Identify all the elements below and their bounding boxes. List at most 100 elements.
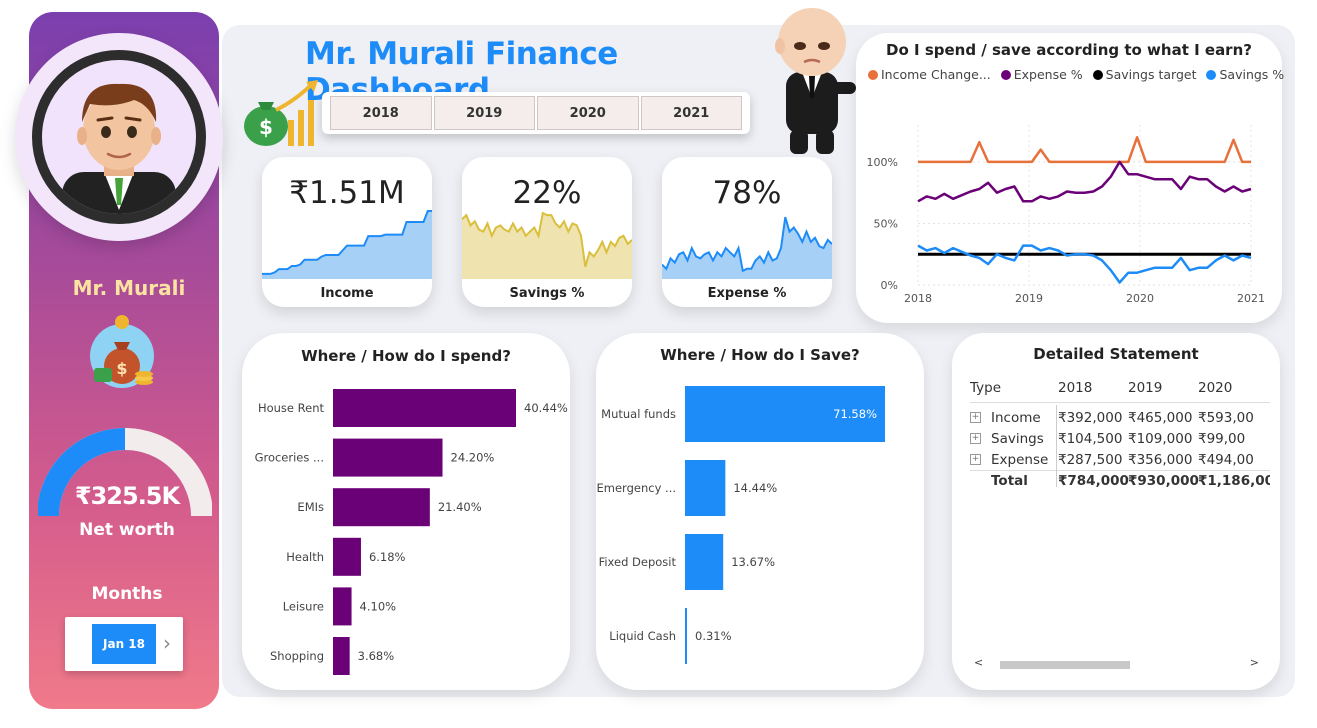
net-worth-value: ₹325.5K bbox=[74, 482, 180, 510]
category-label: House Rent bbox=[258, 401, 325, 415]
scroll-left-icon[interactable]: < bbox=[974, 656, 983, 669]
data-label: 71.58% bbox=[833, 407, 877, 421]
avatar-face-illustration bbox=[42, 60, 196, 214]
statement-table: Type 2018 2019 2020 + Income ₹392,000 ₹46… bbox=[970, 373, 1270, 491]
data-label: 40.44% bbox=[524, 401, 568, 415]
column-header-2020[interactable]: 2020 bbox=[1198, 380, 1270, 396]
spend-bar-chart: Where / How do I spend? House Rent 40.44%… bbox=[242, 333, 570, 690]
kpi-expense-value: 78% bbox=[712, 175, 782, 211]
x-tick-label: 2018 bbox=[904, 292, 932, 305]
spend-chart-plot: House Rent 40.44% Groceries ... 24.20% EMIs 2… bbox=[255, 389, 568, 675]
bar bbox=[685, 608, 687, 664]
y-tick-label: 50% bbox=[874, 217, 898, 230]
scroll-thumb[interactable] bbox=[1000, 661, 1130, 669]
year-slicer: 2018 2019 2020 2021 bbox=[322, 92, 750, 134]
bar bbox=[685, 534, 724, 590]
cell: ₹99,00 bbox=[1198, 430, 1246, 447]
expand-plus-icon[interactable]: + bbox=[970, 433, 981, 444]
data-label: 24.20% bbox=[451, 451, 495, 465]
scroll-right-icon[interactable]: > bbox=[1250, 656, 1259, 669]
category-label: Leisure bbox=[283, 599, 324, 613]
cell: ₹104,500 bbox=[1058, 430, 1123, 447]
year-button-2020[interactable]: 2020 bbox=[537, 96, 639, 130]
boss-baby-mascot bbox=[772, 2, 860, 157]
avatar bbox=[15, 33, 223, 241]
y-tick-label: 0% bbox=[881, 279, 898, 292]
expense-sparkline bbox=[662, 216, 832, 279]
kpi-income-value: ₹1.51M bbox=[289, 175, 405, 211]
income-sparkline bbox=[262, 210, 432, 279]
data-label: 21.40% bbox=[438, 500, 482, 514]
year-button-2019[interactable]: 2019 bbox=[433, 96, 535, 130]
savings-sparkline bbox=[462, 211, 632, 279]
category-label: Groceries ... bbox=[255, 451, 324, 465]
cell: ₹109,000 bbox=[1128, 430, 1193, 447]
x-tick-label: 2019 bbox=[1015, 292, 1043, 305]
detailed-statement: Detailed Statement Type 2018 2019 2020 +… bbox=[952, 333, 1280, 690]
row-type: Expense bbox=[991, 451, 1049, 468]
bar bbox=[333, 389, 516, 427]
data-label: 3.68% bbox=[358, 649, 395, 663]
cell: ₹1,186,00 bbox=[1198, 473, 1270, 489]
cell: ₹287,500 bbox=[1058, 451, 1123, 468]
cell: ₹593,00 bbox=[1198, 409, 1254, 426]
data-label: 13.67% bbox=[731, 555, 775, 569]
money-bag-icon: $ bbox=[80, 312, 160, 392]
category-label: Mutual funds bbox=[601, 407, 676, 421]
expand-plus-icon[interactable]: + bbox=[970, 454, 981, 465]
save-bar-chart: Where / How do I Save? Mutual funds 71.58… bbox=[596, 333, 924, 690]
data-label: 4.10% bbox=[360, 599, 397, 613]
month-selected-button[interactable]: Jan 18 bbox=[92, 624, 156, 664]
bar bbox=[333, 587, 352, 626]
save-chart-plot: Mutual funds 71.58% Emergency ... 14.44% Fix… bbox=[597, 386, 885, 664]
y-tick-label: 100% bbox=[867, 156, 898, 169]
kpi-card-income: ₹1.51M Income bbox=[262, 157, 432, 307]
cell: ₹494,00 bbox=[1198, 451, 1254, 468]
net-worth-label: Net worth bbox=[79, 520, 175, 540]
bar bbox=[333, 438, 443, 477]
income-expense-savings-line-chart: Do I spend / save according to what I ea… bbox=[856, 33, 1284, 323]
statement-title: Detailed Statement bbox=[1033, 345, 1199, 363]
series-line bbox=[918, 136, 1251, 164]
row-type: Income bbox=[991, 409, 1041, 426]
table-row: + Savings ₹104,500 ₹109,000 ₹99,00 bbox=[970, 428, 1270, 449]
cell: ₹392,000 bbox=[1058, 409, 1123, 426]
bar bbox=[333, 488, 430, 527]
category-label: Emergency ... bbox=[597, 481, 676, 495]
cell: ₹356,000 bbox=[1128, 451, 1193, 468]
kpi-savings-value: 22% bbox=[512, 175, 582, 211]
year-button-2021[interactable]: 2021 bbox=[640, 96, 742, 130]
table-divider bbox=[1056, 405, 1057, 487]
category-label: Fixed Deposit bbox=[599, 555, 677, 569]
year-button-2018[interactable]: 2018 bbox=[330, 96, 432, 130]
user-name: Mr. Murali bbox=[72, 276, 186, 300]
category-label: Health bbox=[286, 550, 324, 564]
data-label: 0.31% bbox=[695, 629, 732, 643]
column-header-2019[interactable]: 2019 bbox=[1128, 380, 1198, 396]
money-growth-icon: $ bbox=[240, 80, 322, 150]
kpi-expense-label: Expense % bbox=[707, 286, 787, 301]
kpi-income-label: Income bbox=[320, 286, 374, 301]
x-tick-label: 2020 bbox=[1126, 292, 1154, 305]
kpi-savings-label: Savings % bbox=[509, 286, 585, 301]
cell: ₹465,000 bbox=[1128, 409, 1193, 426]
data-label: 6.18% bbox=[369, 550, 406, 564]
chevron-right-icon[interactable]: › bbox=[163, 631, 171, 655]
column-header-2018[interactable]: 2018 bbox=[1058, 380, 1128, 396]
data-label: 14.44% bbox=[733, 481, 777, 495]
horizontal-scrollbar[interactable]: < > bbox=[974, 656, 1259, 671]
line-chart-plot: 0% 50% 100% 2018 2019 2020 2021 bbox=[867, 125, 1265, 305]
bar bbox=[685, 460, 726, 516]
table-total-row: Total ₹784,000 ₹930,000 ₹1,186,00 bbox=[970, 470, 1270, 491]
bar bbox=[333, 537, 361, 576]
expand-plus-icon[interactable]: + bbox=[970, 412, 981, 423]
column-header-type[interactable]: Type bbox=[970, 380, 1058, 396]
category-label: Shopping bbox=[270, 649, 324, 663]
series-line bbox=[917, 244, 1252, 284]
cell: ₹784,000 bbox=[1058, 473, 1129, 489]
total-label: Total bbox=[991, 473, 1028, 489]
kpi-card-savings: 22% Savings % bbox=[462, 157, 632, 307]
row-type: Savings bbox=[991, 430, 1044, 447]
month-slicer: Jan 18 › bbox=[65, 617, 183, 671]
bar bbox=[333, 637, 350, 675]
